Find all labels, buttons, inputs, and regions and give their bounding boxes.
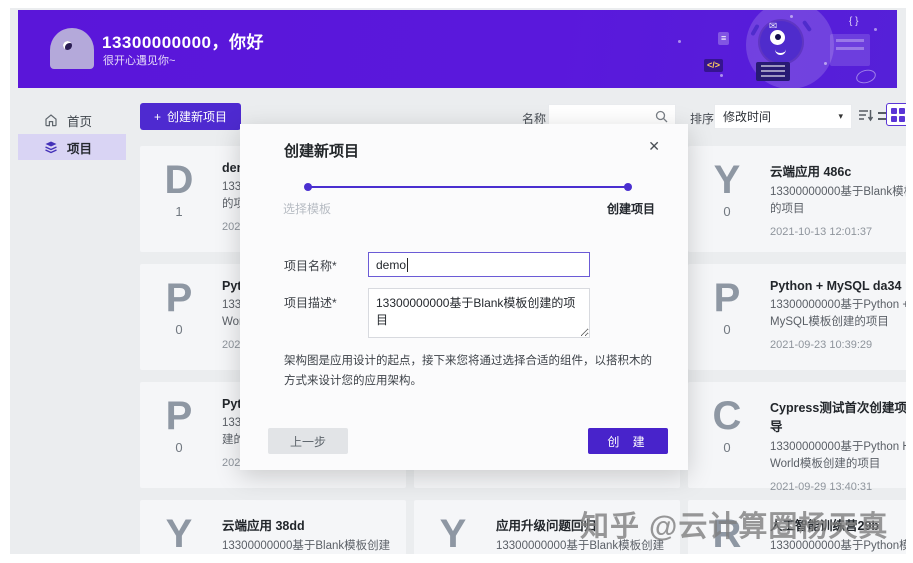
home-icon xyxy=(45,114,57,127)
project-description: 13300000000基于Python Hello World模板创建的项目 xyxy=(770,441,906,471)
project-title: Cypress测试首次创建项目引导 xyxy=(770,401,906,434)
screen: 13300000000，你好 很开心遇见你~ ≡ </> ✉ { } 首页 项目… xyxy=(0,0,913,563)
braces-icon: { } xyxy=(849,16,859,27)
create-button[interactable]: 创 建 xyxy=(588,428,668,454)
project-letter-avatar: P xyxy=(165,394,193,438)
project-letter-avatar: D xyxy=(164,158,194,202)
panel-icon xyxy=(830,34,870,66)
project-letter-avatar: C xyxy=(712,394,742,438)
project-card[interactable]: P 0 Python + MySQL da34 13300000000基于Pyt… xyxy=(688,264,906,370)
projects-icon xyxy=(45,141,57,154)
project-description-label: 项目描述* xyxy=(284,296,337,310)
project-title: 云端应用 38dd xyxy=(222,519,305,533)
project-count: 0 xyxy=(723,440,731,455)
step-create-project: 创建项目 xyxy=(606,202,655,216)
mail-icon: ✉ xyxy=(769,21,778,32)
search-icon[interactable] xyxy=(655,110,668,123)
project-description: 13300000000基于Blank模板创建的项目 xyxy=(222,540,391,552)
app-window: 13300000000，你好 很开心遇见你~ ≡ </> ✉ { } 首页 项目… xyxy=(10,8,906,554)
project-letter-avatar: Y xyxy=(713,158,741,202)
sidebar-item-label: 首页 xyxy=(67,114,93,129)
stepper: 选择模板 创建项目 xyxy=(283,200,655,217)
avatar xyxy=(50,28,94,69)
project-description: 13300000000基于Python + MySQL模板创建的项目 xyxy=(770,299,906,329)
project-description: 13300000000基于Python模板创建的项目 xyxy=(770,540,906,552)
project-title: 应用升级问题回归 xyxy=(496,519,597,533)
project-date: 2021-10-13 12:01:37 xyxy=(770,225,873,238)
welcome-banner: 13300000000，你好 很开心遇见你~ ≡ </> ✉ { } xyxy=(18,10,897,88)
project-description: 13300000000基于Blank模板创建的项目 xyxy=(496,540,665,552)
search-input[interactable] xyxy=(549,109,655,124)
modal-hint-text: 架构图是应用设计的起点，接下来您将通过选择合适的组件，以搭积木的方式来设计您的应… xyxy=(284,355,652,387)
plus-icon: + xyxy=(154,109,162,124)
greeting-subtitle: 很开心遇见你~ xyxy=(103,55,176,67)
project-letter-avatar: P xyxy=(713,276,741,320)
project-count: 0 xyxy=(723,204,731,219)
project-title: 人工智能训练营29b xyxy=(770,519,880,533)
doodle-icon xyxy=(854,67,878,86)
chevron-down-icon: ▾ xyxy=(838,111,843,121)
back-button[interactable]: 上一步 xyxy=(268,428,348,454)
sidebar-item-projects[interactable]: 项目 xyxy=(18,134,126,160)
sidebar-item-label: 项目 xyxy=(67,141,93,156)
step-select-template: 选择模板 xyxy=(283,202,332,216)
project-name-label: 项目名称* xyxy=(284,259,337,273)
project-date: 2021-09-23 10:39:29 xyxy=(770,338,873,351)
close-icon[interactable]: ✕ xyxy=(648,138,660,155)
laptop-icon xyxy=(756,62,790,81)
create-project-button[interactable]: + 创建新项目 xyxy=(140,103,242,130)
project-title: Python + MySQL da34 xyxy=(770,279,902,293)
project-card[interactable]: Y 云端应用 38dd 13300000000基于Blank模板创建的项目 xyxy=(140,500,406,554)
step-progress-line xyxy=(304,183,632,191)
project-card[interactable]: C 0 Cypress测试首次创建项目引导 13300000000基于Pytho… xyxy=(688,382,906,493)
grid-view-icon[interactable] xyxy=(886,103,906,126)
step-dot xyxy=(304,183,312,191)
step-dot xyxy=(624,183,632,191)
project-count: 1 xyxy=(175,204,183,219)
greeting-text: 13300000000，你好 xyxy=(102,33,265,52)
project-title: 云端应用 486c xyxy=(770,165,852,179)
text-cursor xyxy=(407,257,409,272)
sort-select-value: 修改时间 xyxy=(723,110,772,124)
project-card[interactable]: Y 0 云端应用 486c 13300000000基于Blank模板创建的项目 … xyxy=(688,146,906,252)
create-project-modal: 创建新项目 ✕ 选择模板 创建项目 项目名称* demo 项目描述* 13300… xyxy=(240,124,688,470)
project-description-input[interactable]: 13300000000基于Blank模板创建的项目 xyxy=(368,288,590,338)
project-count: 0 xyxy=(175,322,183,337)
project-letter-avatar: R xyxy=(712,512,742,554)
project-date: 2021-09-29 13:40:31 xyxy=(770,480,873,493)
modal-title: 创建新项目 xyxy=(284,143,360,160)
menu-chip-icon: ≡ xyxy=(718,32,730,45)
sort-direction-icon[interactable] xyxy=(858,108,874,127)
project-description: 13300000000基于Blank模板创建的项目 xyxy=(770,186,906,216)
project-letter-avatar: Y xyxy=(439,512,467,554)
project-count: 0 xyxy=(723,322,731,337)
sort-label: 排序 xyxy=(690,112,715,126)
code-chip-icon: </> xyxy=(704,59,724,72)
project-letter-avatar: P xyxy=(165,276,193,320)
project-count: 0 xyxy=(175,440,183,455)
project-letter-avatar: Y xyxy=(165,512,193,554)
sort-select[interactable]: 修改时间 ▾ xyxy=(714,104,852,129)
project-name-value: demo xyxy=(376,257,407,272)
project-name-input[interactable]: demo xyxy=(368,252,590,277)
project-card[interactable]: R 人工智能训练营29b 13300000000基于Python模板创建的项目 xyxy=(688,500,906,554)
sidebar-item-home[interactable]: 首页 xyxy=(18,107,126,133)
project-card[interactable]: Y 应用升级问题回归 13300000000基于Blank模板创建的项目 xyxy=(414,500,680,554)
create-project-label: 创建新项目 xyxy=(167,110,228,124)
